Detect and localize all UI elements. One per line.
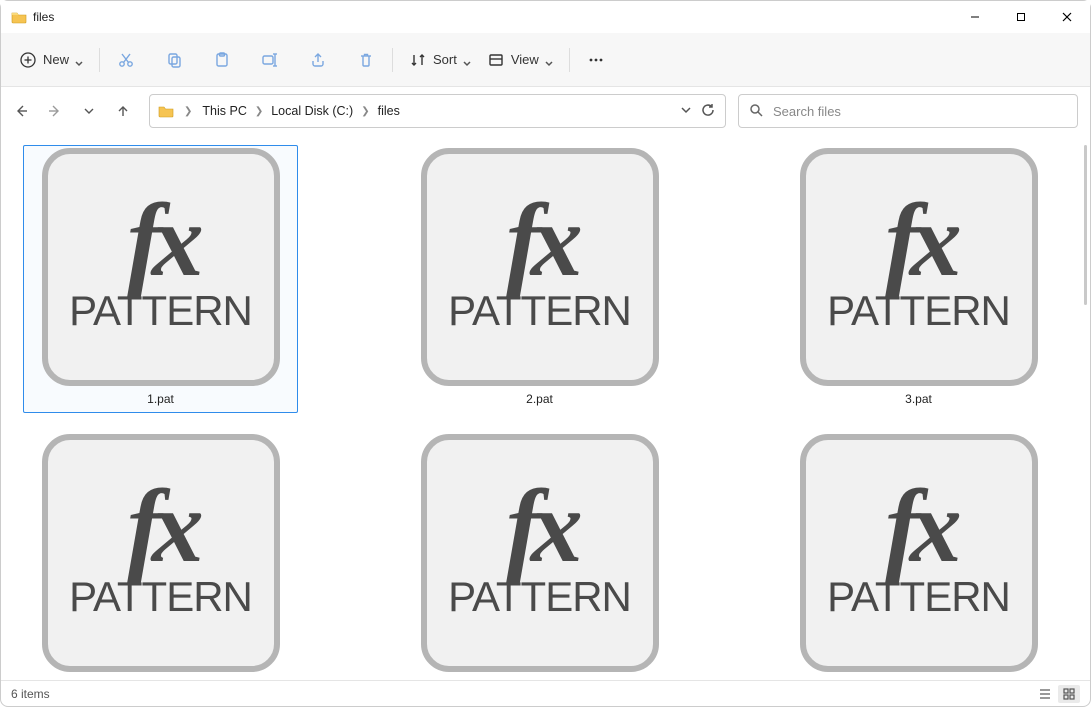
sort-button[interactable]: Sort: [401, 42, 479, 78]
fx-label: fx: [127, 199, 194, 282]
forward-button[interactable]: [47, 103, 63, 119]
titlebar: files: [1, 1, 1090, 33]
file-thumbnail: fx PATTERN: [42, 148, 280, 386]
new-icon: [19, 51, 37, 69]
file-item[interactable]: fx PATTERN 2.pat: [402, 145, 677, 413]
chevron-down-icon: [463, 56, 471, 64]
chevron-down-icon: [545, 56, 553, 64]
file-name: 1.pat: [147, 390, 174, 410]
delete-button[interactable]: [348, 42, 384, 78]
address-dropdown[interactable]: [679, 103, 693, 120]
fx-label: fx: [885, 199, 952, 282]
file-thumbnail: fx PATTERN: [421, 434, 659, 672]
delete-icon: [357, 51, 375, 69]
thumbnails-view-toggle[interactable]: [1058, 685, 1080, 703]
recent-button[interactable]: [81, 103, 97, 119]
window-controls: [952, 1, 1090, 33]
nav-arrows: [13, 103, 137, 119]
fx-label: fx: [127, 485, 194, 568]
view-button[interactable]: View: [479, 42, 561, 78]
sort-icon: [409, 51, 427, 69]
nav-row: ❯ This PC ❯ Local Disk (C:) ❯ files: [1, 87, 1090, 135]
window-title: files: [33, 10, 54, 24]
item-count: 6 items: [11, 687, 50, 701]
chevron-right-icon: ❯: [251, 106, 267, 117]
file-grid: fx PATTERN 1.pat fx PATTERN 2.pat fx PATTERN 3.p…: [11, 145, 1068, 675]
status-bar: 6 items: [1, 680, 1090, 706]
breadcrumb-item[interactable]: files: [378, 104, 400, 118]
content-area: fx PATTERN 1.pat fx PATTERN 2.pat fx PATTERN 3.p…: [1, 135, 1090, 680]
chevron-down-icon: [75, 56, 83, 64]
copy-icon: [165, 51, 183, 69]
sort-label: Sort: [433, 52, 457, 67]
details-view-toggle[interactable]: [1034, 685, 1056, 703]
rename-button[interactable]: [252, 42, 288, 78]
view-icon: [487, 51, 505, 69]
address-bar[interactable]: ❯ This PC ❯ Local Disk (C:) ❯ files: [149, 94, 726, 128]
file-grid-viewport[interactable]: fx PATTERN 1.pat fx PATTERN 2.pat fx PATTERN 3.p…: [1, 135, 1078, 680]
title-left: files: [1, 9, 54, 25]
breadcrumb-item[interactable]: This PC: [202, 104, 246, 118]
maximize-button[interactable]: [998, 1, 1044, 33]
view-toggles: [1034, 685, 1080, 703]
fx-label: fx: [506, 485, 573, 568]
cut-button[interactable]: [108, 42, 144, 78]
pattern-label: PATTERN: [69, 287, 252, 335]
share-button[interactable]: [300, 42, 336, 78]
breadcrumb: This PC ❯ Local Disk (C:) ❯ files: [202, 104, 673, 118]
minimize-button[interactable]: [952, 1, 998, 33]
refresh-button[interactable]: [701, 103, 715, 120]
more-icon: [587, 51, 605, 69]
scrollbar[interactable]: [1078, 135, 1090, 680]
fx-label: fx: [885, 485, 952, 568]
chevron-right-icon: ❯: [357, 106, 373, 117]
file-item[interactable]: fx PATTERN 3.pat: [781, 145, 1056, 413]
more-button[interactable]: [578, 42, 614, 78]
folder-icon: [11, 9, 27, 25]
file-thumbnail: fx PATTERN: [800, 434, 1038, 672]
file-name: 3.pat: [905, 390, 932, 410]
pattern-label: PATTERN: [448, 573, 631, 621]
explorer-window: files New: [0, 0, 1091, 707]
view-label: View: [511, 52, 539, 67]
file-name: 2.pat: [526, 390, 553, 410]
rename-icon: [261, 51, 279, 69]
pattern-label: PATTERN: [448, 287, 631, 335]
back-button[interactable]: [13, 103, 29, 119]
file-item[interactable]: fx PATTERN: [402, 431, 677, 675]
pattern-label: PATTERN: [69, 573, 252, 621]
fx-label: fx: [506, 199, 573, 282]
file-thumbnail: fx PATTERN: [42, 434, 280, 672]
share-icon: [309, 51, 327, 69]
folder-icon: [158, 103, 174, 119]
paste-button[interactable]: [204, 42, 240, 78]
up-button[interactable]: [115, 103, 131, 119]
file-item[interactable]: fx PATTERN: [781, 431, 1056, 675]
breadcrumb-item[interactable]: Local Disk (C:): [271, 104, 353, 118]
file-item[interactable]: fx PATTERN: [23, 431, 298, 675]
file-item[interactable]: fx PATTERN 1.pat: [23, 145, 298, 413]
cut-icon: [117, 51, 135, 69]
close-button[interactable]: [1044, 1, 1090, 33]
file-thumbnail: fx PATTERN: [421, 148, 659, 386]
search-box[interactable]: [738, 94, 1078, 128]
new-button[interactable]: New: [11, 42, 91, 78]
search-icon: [749, 103, 763, 120]
copy-button[interactable]: [156, 42, 192, 78]
file-thumbnail: fx PATTERN: [800, 148, 1038, 386]
new-label: New: [43, 52, 69, 67]
chevron-right-icon: ❯: [180, 106, 196, 117]
pattern-label: PATTERN: [827, 573, 1010, 621]
toolbar: New Sort View: [1, 33, 1090, 87]
search-input[interactable]: [771, 103, 1067, 120]
pattern-label: PATTERN: [827, 287, 1010, 335]
paste-icon: [213, 51, 231, 69]
